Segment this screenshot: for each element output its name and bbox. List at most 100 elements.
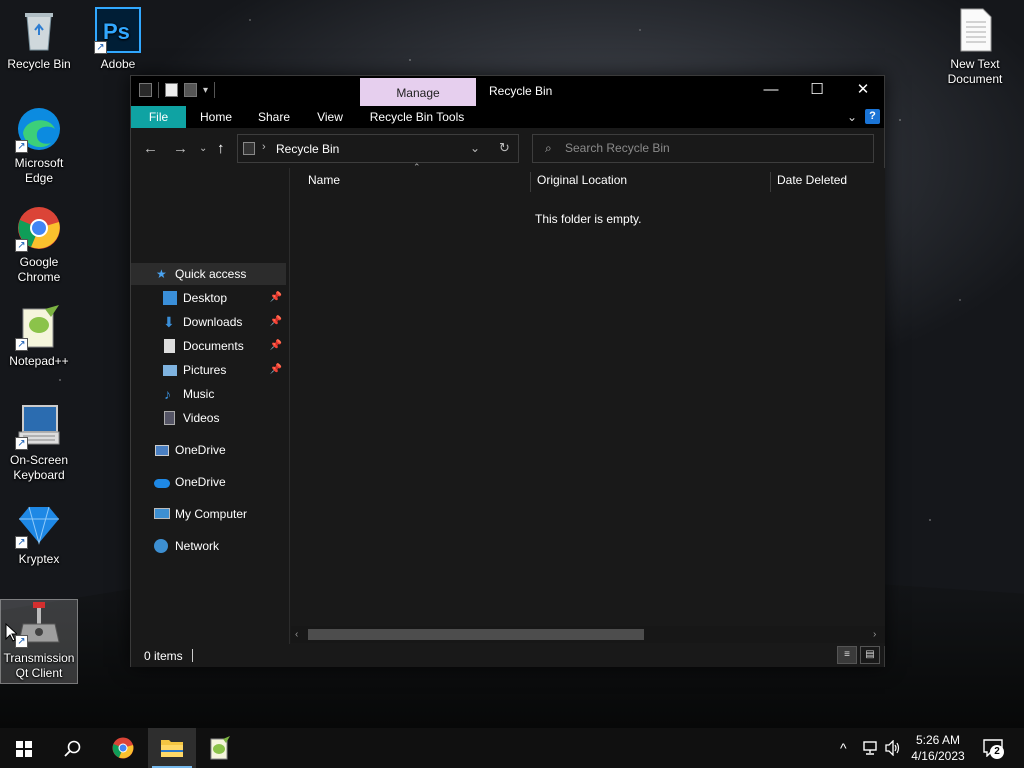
nav-desktop[interactable]: Desktop 📌 [131, 287, 286, 309]
help-icon[interactable]: ? [865, 109, 880, 124]
title-bar[interactable]: ▾ Manage Recycle Bin — ☐ ✕ [131, 76, 884, 106]
taskbar-notepadpp[interactable] [196, 728, 244, 768]
quick-access-toolbar: ▾ [139, 82, 216, 98]
horizontal-scrollbar[interactable]: ‹ › [291, 626, 885, 643]
pin-icon[interactable]: 📌 [270, 335, 282, 357]
desktop-icon-label: On-Screen Keyboard [9, 453, 69, 482]
start-button[interactable] [0, 728, 48, 768]
details-view-icon[interactable]: ≡ [837, 646, 857, 664]
breadcrumb-chevron-icon[interactable]: › [262, 141, 266, 153]
edge-icon: ↗ [15, 105, 63, 153]
desktop-icon-label: New Text Document [947, 57, 1003, 86]
nav-music[interactable]: ♪ Music [131, 383, 286, 405]
desktop-icon-kryptex[interactable]: ↗ Kryptex [1, 501, 77, 567]
nav-pictures[interactable]: Pictures 📌 [131, 359, 286, 381]
show-hidden-icons-chevron-icon[interactable]: ^ [840, 728, 847, 768]
clock-date: 4/16/2023 [911, 749, 965, 763]
recycle-bin-small-icon [139, 83, 152, 97]
breadcrumb-recycle-bin[interactable]: Recycle Bin [276, 142, 339, 156]
shortcut-arrow-icon: ↗ [15, 239, 28, 252]
diamond-icon: ↗ [15, 501, 63, 549]
nav-downloads[interactable]: ⬇ Downloads 📌 [131, 311, 286, 333]
up-arrow-icon[interactable]: ↑ [217, 140, 225, 157]
nav-videos[interactable]: Videos [131, 407, 286, 429]
search-icon [64, 740, 81, 757]
network-status-icon[interactable] [863, 741, 879, 755]
address-bar[interactable]: › Recycle Bin ⌄ ↻ [237, 134, 519, 163]
chrome-icon: ↗ [15, 204, 63, 252]
desktop-icon-osk[interactable]: ↗ On-Screen Keyboard [1, 402, 77, 483]
pin-icon[interactable]: 📌 [270, 311, 282, 333]
mouse-cursor-icon [5, 623, 17, 642]
pane-splitter[interactable] [289, 168, 290, 646]
onedrive-folder-icon [155, 445, 169, 456]
desktop-icon-label: Microsoft Edge [14, 156, 64, 185]
properties-icon[interactable] [165, 83, 178, 97]
nav-label: Downloads [183, 315, 243, 329]
address-dropdown-chevron-icon[interactable]: ⌄ [470, 141, 480, 155]
windows-logo-icon [16, 741, 32, 757]
tab-share[interactable]: Share [252, 106, 296, 128]
nav-network[interactable]: Network [131, 535, 286, 557]
large-icons-view-icon[interactable]: ▤ [860, 646, 880, 664]
close-button[interactable]: ✕ [840, 76, 886, 106]
svg-text:Ps: Ps [103, 19, 130, 44]
maximize-button[interactable]: ☐ [794, 76, 840, 106]
desktop-icon-photoshop[interactable]: Ps ↗ Adobe Photosh [78, 6, 158, 72]
desktop-icon-label: Notepad++ [9, 354, 69, 368]
tab-recycle-bin-tools[interactable]: Recycle Bin Tools [367, 106, 467, 128]
search-box[interactable]: ⌕ [532, 134, 874, 163]
nav-quick-access[interactable]: ★ Quick access [131, 263, 286, 285]
document-icon [164, 339, 175, 353]
chrome-icon [112, 737, 134, 759]
desktop-icon-recycle-bin[interactable]: Recycle Bin [1, 6, 77, 72]
shortcut-arrow-icon: ↗ [15, 140, 28, 153]
column-header-date-deleted[interactable]: Date Deleted [777, 168, 847, 192]
back-arrow-icon[interactable]: ← [143, 140, 158, 157]
nav-documents[interactable]: Documents 📌 [131, 335, 286, 357]
new-folder-icon[interactable] [184, 83, 197, 97]
desktop-icon-edge[interactable]: ↗ Microsoft Edge [1, 105, 77, 186]
pin-icon[interactable]: 📌 [270, 359, 282, 381]
expand-ribbon-icon[interactable]: ⌄ [847, 110, 857, 124]
desktop-icon-notepadpp[interactable]: ↗ Notepad++ [1, 303, 77, 369]
desktop-icon-label: Kryptex [18, 552, 60, 566]
navigation-pane: ★ Quick access Desktop 📌 ⬇ Downloads 📌 D… [131, 168, 289, 646]
scrollbar-thumb[interactable] [308, 629, 644, 640]
column-header-name[interactable]: Name [308, 168, 340, 192]
taskbar-file-explorer[interactable] [148, 728, 196, 768]
nav-onedrive-1[interactable]: OneDrive [131, 439, 286, 461]
tab-file[interactable]: File [131, 106, 186, 128]
desktop-folder-icon [163, 291, 177, 305]
system-clock[interactable]: 5:26 AM 4/16/2023 [905, 732, 971, 764]
tab-home[interactable]: Home [193, 106, 239, 128]
search-button[interactable] [48, 728, 96, 768]
nav-onedrive-2[interactable]: OneDrive [131, 471, 286, 493]
customize-toolbar-icon[interactable]: ▾ [203, 85, 208, 96]
recent-locations-chevron-icon[interactable]: ⌄ [199, 143, 207, 154]
search-input[interactable] [565, 141, 865, 155]
refresh-icon[interactable]: ↻ [499, 140, 510, 156]
column-header-original-location[interactable]: Original Location [537, 168, 627, 192]
forward-arrow-icon[interactable]: → [173, 140, 188, 157]
empty-folder-message: This folder is empty. [535, 212, 642, 226]
desktop-icon-new-text-document[interactable]: New Text Document [937, 6, 1013, 87]
volume-icon[interactable] [885, 740, 901, 756]
recycle-bin-small-icon [243, 142, 255, 155]
scroll-left-arrow-icon[interactable]: ‹ [295, 626, 298, 643]
pin-icon[interactable]: 📌 [270, 287, 282, 309]
desktop-icon-chrome[interactable]: ↗ Google Chrome [1, 204, 77, 285]
column-separator[interactable] [770, 172, 771, 192]
nav-label: Videos [183, 411, 220, 425]
column-separator[interactable] [530, 172, 531, 192]
desktop-icon-label: Adobe Photosh [100, 57, 136, 71]
notification-count-badge: 2 [990, 745, 1004, 759]
taskbar-chrome[interactable] [99, 728, 147, 768]
download-arrow-icon: ⬇ [163, 314, 175, 330]
tab-view[interactable]: View [309, 106, 351, 128]
nav-my-computer[interactable]: My Computer [131, 503, 286, 525]
tab-manage[interactable]: Manage [360, 78, 476, 106]
scroll-right-arrow-icon[interactable]: › [873, 626, 876, 643]
nav-label: Quick access [175, 267, 247, 281]
minimize-button[interactable]: — [748, 76, 794, 106]
